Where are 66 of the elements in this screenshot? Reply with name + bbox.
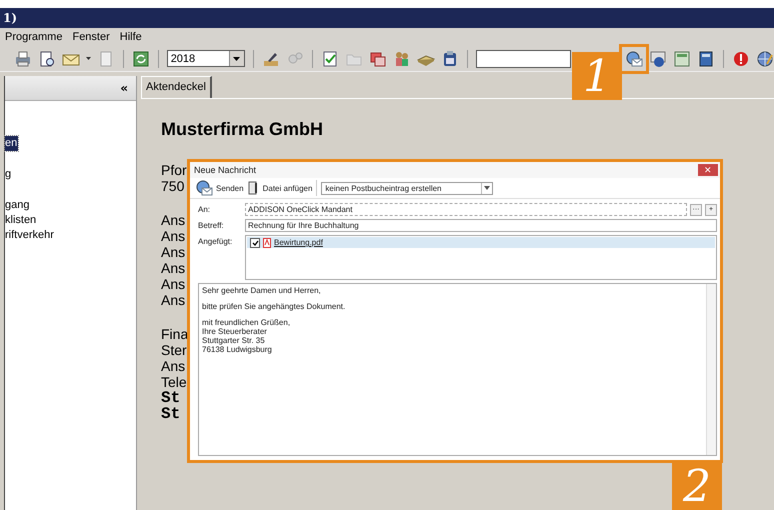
message-text: Stuttgarter Str. 35 bbox=[202, 336, 265, 345]
caret-icon bbox=[233, 56, 240, 60]
stack-icon[interactable] bbox=[368, 50, 387, 68]
checkbox[interactable] bbox=[250, 238, 260, 248]
pdf-icon bbox=[263, 238, 271, 248]
tab[interactable]: Aktendeckel bbox=[141, 76, 212, 98]
close-button[interactable]: ✕ bbox=[698, 164, 718, 176]
document-text: Fina bbox=[161, 326, 188, 342]
document-text: St bbox=[161, 390, 180, 406]
recipient-field[interactable]: ADDISON OneClick Mandant bbox=[245, 203, 687, 216]
alert-icon[interactable] bbox=[732, 50, 750, 68]
callout-number: 2 bbox=[672, 462, 722, 510]
message-text: Ihre Steuerberater bbox=[202, 327, 267, 336]
menu-item[interactable]: Fenster bbox=[72, 31, 110, 43]
send-button[interactable]: Senden bbox=[195, 179, 244, 197]
tree-item[interactable]: klisten bbox=[5, 213, 38, 228]
tree-item[interactable]: gang bbox=[5, 198, 30, 213]
refresh-icon[interactable] bbox=[132, 50, 150, 68]
tree-item[interactable]: en bbox=[5, 136, 18, 151]
document-text: St bbox=[161, 406, 180, 422]
field-label: Angefügt: bbox=[198, 236, 234, 246]
tree-item[interactable]: g bbox=[5, 167, 12, 182]
year-dropdown[interactable]: 2018 bbox=[166, 50, 245, 67]
menu-item[interactable]: Programme bbox=[5, 31, 62, 43]
document-text: Ans bbox=[161, 212, 186, 228]
attach-button[interactable]: Datei anfügen bbox=[248, 180, 312, 196]
preview-icon[interactable] bbox=[38, 50, 56, 68]
collapse-button[interactable]: « bbox=[120, 81, 128, 95]
document-text: Ans bbox=[161, 292, 186, 308]
caret-icon bbox=[484, 186, 490, 190]
message-text: 76138 Ludwigsburg bbox=[202, 345, 272, 354]
check-icon bbox=[252, 240, 258, 246]
scrollbar[interactable] bbox=[706, 284, 716, 455]
mail-globe-icon bbox=[195, 179, 213, 197]
mail-globe-icon bbox=[625, 50, 644, 68]
document-text: Ster bbox=[161, 342, 187, 358]
field-label: An: bbox=[198, 204, 212, 214]
message-text: bitte prüfen Sie angehängtes Dokument. bbox=[202, 302, 346, 311]
window-title: 1) bbox=[3, 11, 18, 25]
document-text: Ans bbox=[161, 244, 186, 260]
document-text: Ans bbox=[161, 228, 186, 244]
subject-field[interactable]: Rechnung für Ihre Buchhaltung bbox=[245, 219, 717, 232]
checklist-icon[interactable] bbox=[320, 50, 339, 68]
booking-dropdown[interactable]: keinen Postbucheintrag erstellen bbox=[321, 182, 494, 194]
screen-icon[interactable] bbox=[673, 50, 692, 68]
tree-item[interactable]: riftverkehr bbox=[5, 228, 55, 243]
dialog-title: Neue Nachricht bbox=[194, 165, 256, 175]
document-text: Ans bbox=[161, 358, 186, 374]
callout-number: 1 bbox=[572, 52, 622, 100]
paperclip-icon bbox=[248, 180, 260, 196]
file-link[interactable]: Bewirtung.pdf bbox=[274, 238, 323, 247]
message-text: Sehr geehrte Damen und Herren, bbox=[202, 286, 321, 295]
attachment-row[interactable]: Bewirtung.pdf bbox=[247, 237, 715, 248]
message-text: mit freundlichen Grüßen, bbox=[202, 318, 290, 327]
document-text: Ans bbox=[161, 260, 186, 276]
document-text: Pfor bbox=[161, 162, 187, 178]
globe-icon[interactable] bbox=[756, 50, 774, 68]
document-text: Tele bbox=[161, 374, 187, 390]
printer-icon[interactable] bbox=[14, 50, 32, 68]
field-label: Betreff: bbox=[198, 220, 225, 230]
menu-item[interactable]: Hilfe bbox=[120, 31, 142, 43]
search-field[interactable] bbox=[476, 50, 571, 68]
company-name: Musterfirma GmbH bbox=[161, 119, 324, 140]
document-text: 750 bbox=[161, 178, 184, 194]
caret-icon[interactable] bbox=[86, 56, 91, 60]
document-text: Ans bbox=[161, 276, 186, 292]
